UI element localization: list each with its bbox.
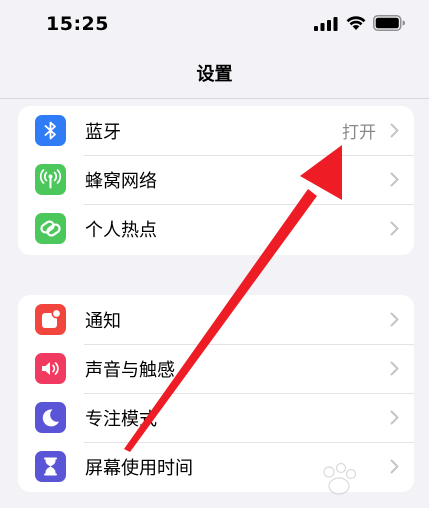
chevron-right-icon [390,172,399,187]
chevron-right-icon [390,312,399,327]
cellular-signal-icon [314,17,338,31]
moon-icon [35,402,66,433]
settings-row-cellular[interactable]: 蜂窝网络 [18,155,414,204]
settings-row-hotspot[interactable]: 个人热点 [18,204,414,253]
row-label-bluetooth: 蓝牙 [85,121,121,143]
watermark-logo-icon [323,462,357,495]
hotspot-chain-icon [35,213,66,244]
row-label-sounds: 声音与触感 [85,359,175,381]
chevron-right-icon [390,361,399,376]
hourglass-icon [35,451,66,482]
nav-divider [0,98,429,99]
settings-row-sounds[interactable]: 声音与触感 [18,344,414,393]
wifi-icon [346,16,366,30]
row-label-focus: 专注模式 [85,408,157,430]
settings-row-bluetooth[interactable]: 蓝牙 打开 [18,106,414,155]
speaker-icon [35,353,66,384]
status-time: 15:25 [46,13,109,35]
row-value-bluetooth: 打开 [342,123,376,143]
page-title: 设置 [196,64,233,85]
settings-group-connectivity: 蓝牙 打开 蜂窝网络 个人热点 [18,106,414,255]
settings-row-notifications[interactable]: 通知 [18,295,414,344]
status-bar: 15:25 [0,0,429,48]
row-label-hotspot: 个人热点 [85,219,157,241]
row-label-notifications: 通知 [85,310,121,332]
battery-icon [373,15,405,31]
notification-bell-icon [35,304,66,335]
antenna-icon [35,164,66,195]
bluetooth-icon [35,115,66,146]
row-label-screen-time: 屏幕使用时间 [85,457,193,479]
row-label-cellular: 蜂窝网络 [85,170,157,192]
chevron-right-icon [390,123,399,138]
chevron-right-icon [390,410,399,425]
settings-row-focus[interactable]: 专注模式 [18,393,414,442]
chevron-right-icon [390,221,399,236]
